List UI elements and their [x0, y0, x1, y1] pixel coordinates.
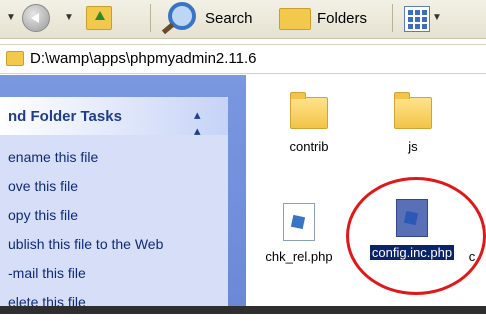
file-item-chk-rel[interactable]: chk_rel.php	[254, 203, 344, 264]
task-panel-header[interactable]: nd Folder Tasks ▴ ▴	[0, 97, 228, 138]
file-name: chk_rel.php	[265, 249, 333, 264]
toolbar-separator	[392, 4, 393, 32]
search-icon[interactable]	[168, 2, 196, 30]
red-annotation-circle	[346, 177, 486, 295]
folder-icon	[394, 92, 432, 129]
folder-icon	[6, 51, 24, 66]
bottom-strip	[0, 306, 486, 314]
folders-button[interactable]: Folders	[317, 10, 367, 27]
task-list: ename this file ove this file opy this f…	[0, 149, 163, 323]
file-name: contrib	[289, 139, 329, 154]
views-dropdown-icon[interactable]: ▼	[432, 12, 442, 23]
file-folder-tasks-panel: nd Folder Tasks ▴ ▴ ename this file ove t…	[0, 97, 228, 314]
forward-dropdown-icon[interactable]: ▼	[64, 12, 74, 23]
collapse-icon[interactable]: ▴ ▴	[194, 107, 201, 139]
folders-icon[interactable]	[279, 8, 311, 30]
folder-up-icon[interactable]	[86, 6, 112, 30]
task-copy-file[interactable]: opy this file	[0, 207, 163, 236]
folder-icon	[290, 92, 328, 129]
address-path[interactable]: D:\wamp\apps\phpmyadmin2.11.6	[30, 50, 257, 67]
php-file-icon	[283, 203, 315, 241]
task-move-file[interactable]: ove this file	[0, 178, 163, 207]
back-dropdown-arrow-icon[interactable]: ▼	[6, 12, 16, 23]
search-button[interactable]: Search	[205, 10, 253, 27]
toolbar: ▼ ▼ Search Folders ▼	[0, 0, 486, 39]
task-panel-title: nd Folder Tasks	[8, 108, 122, 125]
toolbar-separator	[150, 4, 151, 32]
file-item-js[interactable]: js	[378, 92, 448, 154]
views-icon[interactable]	[404, 6, 430, 32]
back-arrow-icon[interactable]	[22, 4, 50, 32]
task-pane: nd Folder Tasks ▴ ▴ ename this file ove t…	[0, 75, 246, 314]
file-name: js	[408, 139, 418, 154]
file-item-contrib[interactable]: contrib	[274, 92, 344, 154]
task-email-file[interactable]: -mail this file	[0, 265, 163, 294]
task-publish-file[interactable]: ublish this file to the Web	[0, 236, 163, 265]
task-rename-file[interactable]: ename this file	[0, 149, 163, 178]
address-bar[interactable]: D:\wamp\apps\phpmyadmin2.11.6	[0, 44, 486, 74]
